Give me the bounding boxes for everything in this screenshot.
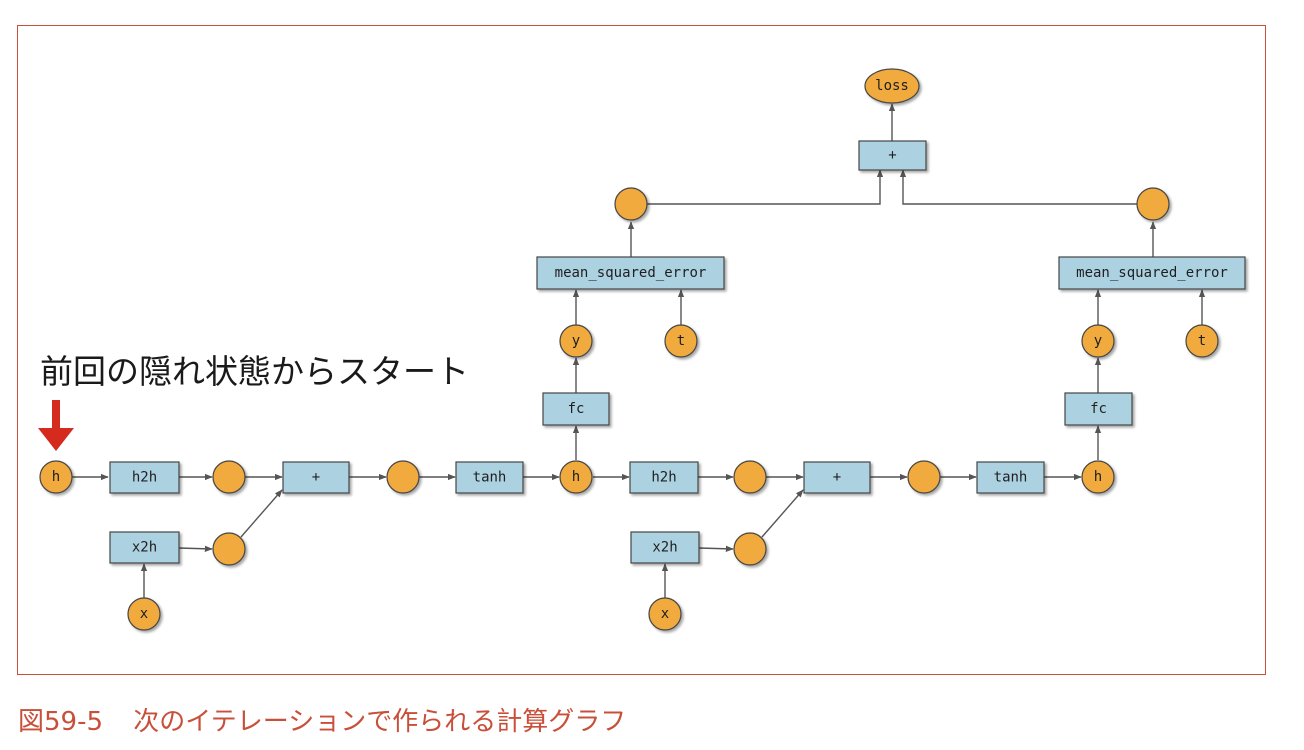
- node-x2h-out-2: [733, 532, 767, 566]
- variable-nodes: loss y t y t h h x h x: [39, 68, 1219, 631]
- node-label: h2h: [651, 470, 676, 486]
- node-label: mean_squared_error: [1076, 265, 1228, 281]
- edges: [72, 103, 1206, 598]
- node-t-right: t: [1185, 324, 1219, 358]
- node-label: fc: [568, 401, 585, 417]
- node-mse-out-right: [1136, 187, 1170, 221]
- start-annotation: 前回の隠れ状態からスタート: [40, 352, 469, 391]
- node-label: h: [572, 469, 580, 485]
- node-label: +: [888, 148, 896, 164]
- node-t-left: t: [664, 324, 698, 358]
- node-label: mean_squared_error: [555, 265, 707, 281]
- svg-text:図59-5 次のイテレーションで作られる計算グラフ: 図59-5 次のイテレーションで作られる計算グラフ: [18, 707, 626, 737]
- node-label: fc: [1090, 401, 1107, 417]
- node-tanh-1: tanh: [455, 461, 524, 494]
- edge: [899, 169, 1138, 205]
- node-mse-right: mean_squared_error: [1058, 256, 1246, 290]
- node-tanh-2: tanh: [976, 461, 1045, 494]
- node-y-left: y: [559, 324, 593, 358]
- node-label: y: [572, 333, 580, 349]
- node-add-out-2: [907, 460, 941, 494]
- node-fc-left: fc: [542, 392, 610, 426]
- node-label: loss: [875, 78, 909, 94]
- node-add-out-1: [386, 460, 420, 494]
- node-x-1: x: [127, 597, 161, 631]
- node-h0: h: [39, 460, 73, 494]
- node-fc-right: fc: [1064, 392, 1133, 426]
- node-label: x2h: [132, 540, 157, 556]
- node-label: tanh: [473, 470, 507, 486]
- red-down-arrow-icon: [38, 400, 74, 451]
- caption-title: 次のイテレーションで作られる計算グラフ: [133, 707, 626, 737]
- edge: [647, 169, 884, 205]
- node-label: t: [677, 333, 685, 349]
- node-mse-left: mean_squared_error: [536, 256, 725, 290]
- node-add-loss: +: [858, 140, 927, 171]
- node-label: h: [52, 469, 60, 485]
- node-label: x2h: [652, 540, 677, 556]
- node-x2h-1: x2h: [109, 531, 180, 564]
- node-x2h-out-1: [212, 532, 246, 566]
- computation-graph: + mean_squared_error mean_squared_error …: [18, 68, 1246, 737]
- node-label: h: [1094, 469, 1102, 485]
- edge: [761, 489, 804, 538]
- caption-number: 図59-5: [18, 707, 103, 737]
- node-add-2: +: [803, 461, 871, 494]
- node-x2h-2: x2h: [630, 531, 700, 564]
- node-h2h-1: h2h: [109, 461, 180, 494]
- node-label: x: [140, 606, 148, 622]
- node-label: h2h: [132, 470, 157, 486]
- node-label: tanh: [994, 470, 1028, 486]
- node-x-2: x: [648, 597, 682, 631]
- node-add-1: +: [282, 461, 350, 494]
- node-label: +: [312, 470, 320, 486]
- edge: [698, 545, 734, 552]
- node-mse-out-left: [614, 187, 648, 221]
- node-label: x: [661, 606, 669, 622]
- node-y-right: y: [1081, 324, 1115, 358]
- edge: [240, 489, 283, 538]
- edge: [178, 545, 213, 552]
- node-h2h-2: h2h: [629, 461, 699, 494]
- node-label: +: [833, 470, 841, 486]
- node-loss: loss: [864, 68, 920, 104]
- node-label: t: [1198, 333, 1206, 349]
- node-h2: h: [1081, 460, 1115, 494]
- node-h2h-out-1: [212, 460, 246, 494]
- node-label: y: [1094, 333, 1102, 349]
- node-h2h-out-2: [733, 460, 767, 494]
- node-h1: h: [559, 460, 593, 494]
